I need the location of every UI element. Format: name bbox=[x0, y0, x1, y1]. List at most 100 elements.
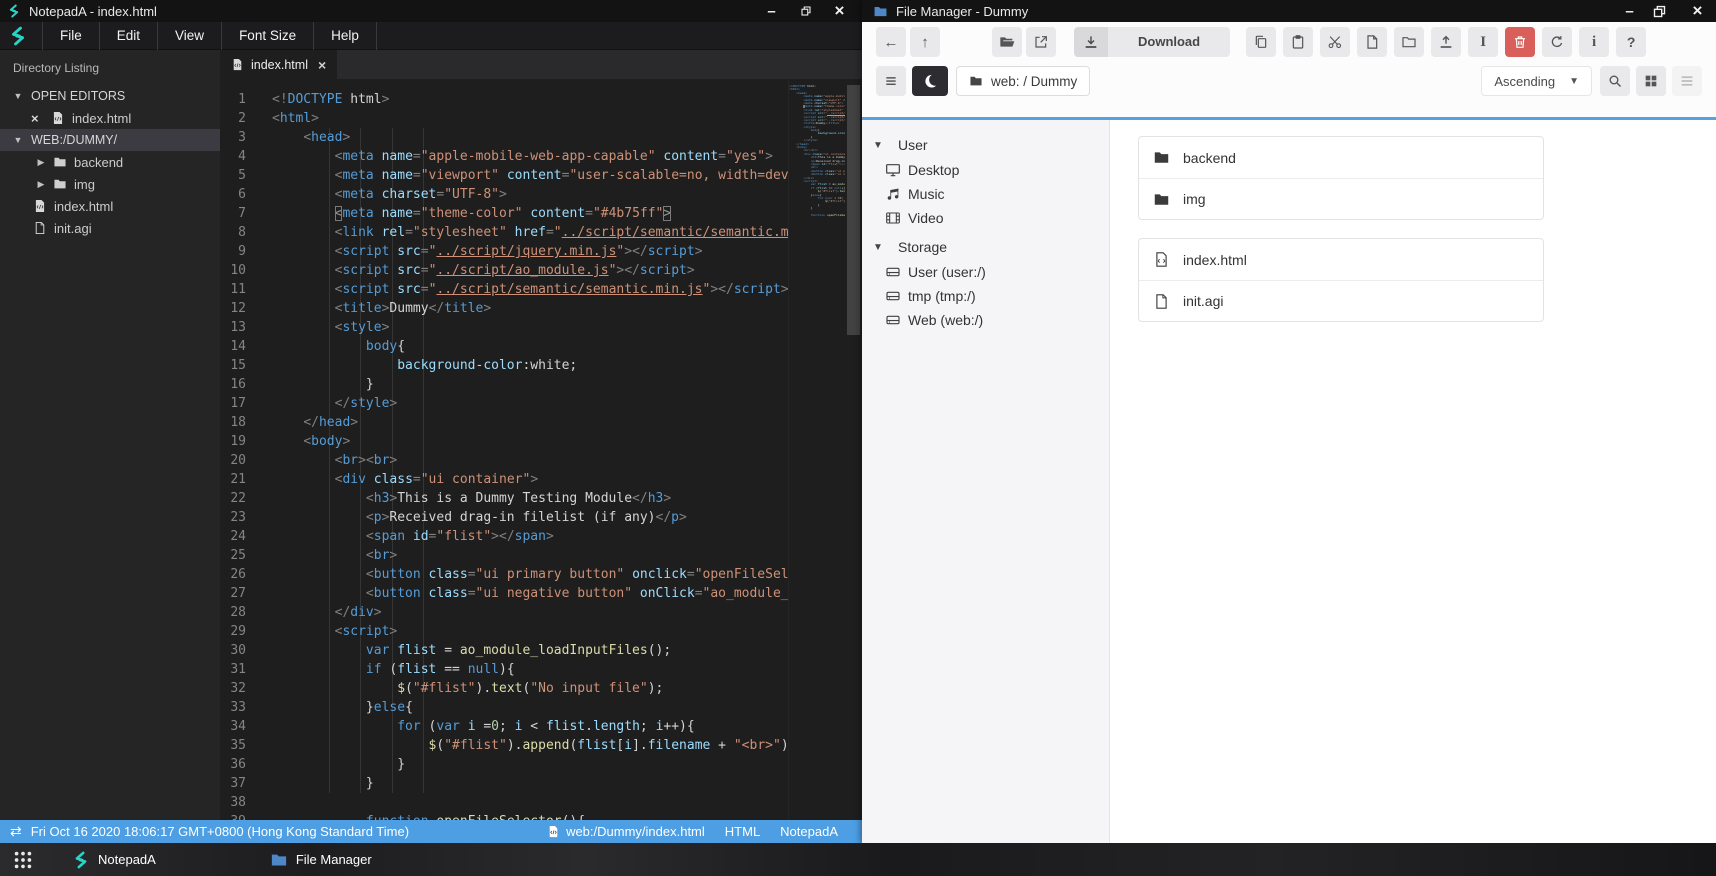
new-file-button[interactable] bbox=[1357, 27, 1388, 57]
code-line[interactable]: 6 <meta charset="UTF-8"> bbox=[220, 185, 788, 204]
statusbar-language[interactable]: HTML bbox=[725, 824, 760, 839]
statusbar-filepath[interactable]: web:/Dummy/index.html bbox=[547, 824, 705, 839]
delete-button[interactable] bbox=[1505, 27, 1536, 57]
code-line[interactable]: 1 <!DOCTYPE html> bbox=[220, 90, 788, 109]
file-row-img[interactable]: img bbox=[1139, 178, 1543, 219]
code-editor[interactable]: 1 <!DOCTYPE html> 2 <html> 3 <head> 4 <meta n… bbox=[220, 79, 862, 820]
dark-mode-toggle[interactable] bbox=[912, 66, 948, 96]
tree-folder-img[interactable]: ▶ img bbox=[0, 173, 220, 195]
menu-view[interactable]: View bbox=[158, 21, 223, 50]
back-button[interactable]: ← bbox=[876, 27, 906, 57]
sidebar-item-web-web[interactable]: Web (web:/) bbox=[862, 308, 1109, 332]
code-line[interactable]: 21 <div class="ui container"> bbox=[220, 470, 788, 489]
code-line[interactable]: 3 <head> bbox=[220, 128, 788, 147]
code-line[interactable]: 29 <script> bbox=[220, 622, 788, 641]
code-line[interactable]: 25 <br> bbox=[220, 546, 788, 565]
tab-close-icon[interactable]: × bbox=[318, 57, 326, 73]
up-button[interactable]: ↑ bbox=[910, 27, 940, 57]
code-line[interactable]: 37 } bbox=[220, 774, 788, 793]
minimize-button[interactable]: – bbox=[761, 2, 782, 20]
code-line[interactable]: 20 <br><br> bbox=[220, 451, 788, 470]
code-line[interactable]: 33 }else{ bbox=[220, 698, 788, 717]
breadcrumb[interactable]: web: / Dummy bbox=[956, 66, 1091, 96]
open-in-new-window-button[interactable] bbox=[1026, 27, 1056, 57]
menu-button[interactable] bbox=[876, 66, 906, 96]
help-button[interactable]: ? bbox=[1616, 27, 1647, 57]
code-line[interactable]: 16 } bbox=[220, 375, 788, 394]
code-line[interactable]: 30 var flist = ao_module_loadInputFiles(… bbox=[220, 641, 788, 660]
sidebar-section-header-storage[interactable]: ▼ Storage bbox=[862, 234, 1109, 260]
cut-button[interactable] bbox=[1320, 27, 1351, 57]
code-line[interactable]: 14 body{ bbox=[220, 337, 788, 356]
code-line[interactable]: 18 </head> bbox=[220, 413, 788, 432]
search-button[interactable] bbox=[1600, 66, 1630, 96]
code-line[interactable]: 12 <title>Dummy</title> bbox=[220, 299, 788, 318]
rename-button[interactable]: I bbox=[1468, 27, 1499, 57]
code-area[interactable]: 1 <!DOCTYPE html> 2 <html> 3 <head> 4 <meta n… bbox=[220, 79, 788, 820]
close-button[interactable]: × bbox=[829, 1, 850, 20]
code-line[interactable]: 10 <script src="../script/ao_module.js">… bbox=[220, 261, 788, 280]
open-editor-index.html[interactable]: × index.html bbox=[0, 107, 220, 129]
code-line[interactable]: 17 </style> bbox=[220, 394, 788, 413]
taskbar-app-file-manager[interactable]: File Manager bbox=[264, 843, 378, 876]
code-line[interactable]: 27 <button class="ui negative button" on… bbox=[220, 584, 788, 603]
code-line[interactable]: 4 <meta name="apple-mobile-web-app-capab… bbox=[220, 147, 788, 166]
code-line[interactable]: 38 bbox=[220, 793, 788, 812]
open-button[interactable] bbox=[992, 27, 1022, 57]
editor-scrollbar[interactable] bbox=[845, 79, 862, 820]
code-line[interactable]: 2 <html> bbox=[220, 109, 788, 128]
restore-button[interactable] bbox=[795, 2, 816, 20]
file-row-backend[interactable]: backend bbox=[1139, 137, 1543, 178]
tree-section-web-dummy-[interactable]: ▼ WEB:/DUMMY/ bbox=[0, 129, 220, 151]
sidebar-item-video[interactable]: Video bbox=[862, 206, 1109, 230]
code-line[interactable]: 28 </div> bbox=[220, 603, 788, 622]
file-row-index.html[interactable]: index.html bbox=[1139, 239, 1543, 280]
new-folder-button[interactable] bbox=[1394, 27, 1425, 57]
sidebar-item-desktop[interactable]: Desktop bbox=[862, 158, 1109, 182]
paste-button[interactable] bbox=[1283, 27, 1314, 57]
code-line[interactable]: 24 <span id="flist"></span> bbox=[220, 527, 788, 546]
sidebar-item-tmp-tmp[interactable]: tmp (tmp:/) bbox=[862, 284, 1109, 308]
view-grid-button[interactable] bbox=[1636, 66, 1666, 96]
minimize-button[interactable]: – bbox=[1619, 2, 1640, 20]
upload-button[interactable] bbox=[1431, 27, 1462, 57]
app-launcher-icon[interactable] bbox=[12, 849, 34, 871]
close-button[interactable]: × bbox=[1687, 1, 1708, 20]
code-line[interactable]: 32 $("#flist").text("No input file"); bbox=[220, 679, 788, 698]
tree-folder-backend[interactable]: ▶ backend bbox=[0, 151, 220, 173]
menu-edit[interactable]: Edit bbox=[100, 21, 159, 50]
code-line[interactable]: 36 } bbox=[220, 755, 788, 774]
menu-help[interactable]: Help bbox=[314, 21, 377, 50]
code-line[interactable]: 15 background-color:white; bbox=[220, 356, 788, 375]
code-line[interactable]: 19 <body> bbox=[220, 432, 788, 451]
sidebar-section-header-user[interactable]: ▼ User bbox=[862, 132, 1109, 158]
refresh-button[interactable] bbox=[1542, 27, 1573, 57]
sidebar-item-music[interactable]: Music bbox=[862, 182, 1109, 206]
minimap[interactable]: <!DOCTYPE html> <html> <head> <meta name=… bbox=[788, 79, 845, 820]
tree-section-open-editors[interactable]: ▼ OPEN EDITORS bbox=[0, 85, 220, 107]
code-line[interactable]: 8 <link rel="stylesheet" href="../script… bbox=[220, 223, 788, 242]
code-line[interactable]: 39 function openFileSelector(){ bbox=[220, 812, 788, 820]
code-line[interactable]: 35 $("#flist").append(flist[i].filename … bbox=[220, 736, 788, 755]
code-line[interactable]: 5 <meta name="viewport" content="user-sc… bbox=[220, 166, 788, 185]
code-line[interactable]: 7 <meta name="theme-color" content="#4b7… bbox=[220, 204, 788, 223]
taskbar-app-notepada[interactable]: NotepadA bbox=[66, 843, 162, 876]
code-line[interactable]: 13 <style> bbox=[220, 318, 788, 337]
file-row-init.agi[interactable]: init.agi bbox=[1139, 280, 1543, 321]
copy-button[interactable] bbox=[1246, 27, 1277, 57]
sidebar-item-user-user[interactable]: User (user:/) bbox=[862, 260, 1109, 284]
tab-index-html[interactable]: index.html × bbox=[220, 50, 338, 79]
code-line[interactable]: 11 <script src="../script/semantic/seman… bbox=[220, 280, 788, 299]
menu-font-size[interactable]: Font Size bbox=[222, 21, 315, 50]
sort-dropdown[interactable]: Ascending ▼ bbox=[1481, 66, 1592, 96]
code-line[interactable]: 31 if (flist == null){ bbox=[220, 660, 788, 679]
code-line[interactable]: 26 <button class="ui primary button" onc… bbox=[220, 565, 788, 584]
properties-button[interactable]: i bbox=[1579, 27, 1610, 57]
code-line[interactable]: 22 <h3>This is a Dummy Testing Module</h… bbox=[220, 489, 788, 508]
scrollbar-thumb[interactable] bbox=[847, 85, 860, 335]
download-button[interactable]: Download bbox=[1074, 27, 1231, 57]
view-list-button[interactable] bbox=[1672, 66, 1702, 96]
tree-file-init.agi[interactable]: init.agi bbox=[0, 217, 220, 239]
code-line[interactable]: 34 for (var i =0; i < flist.length; i++)… bbox=[220, 717, 788, 736]
close-editor-icon[interactable]: × bbox=[31, 111, 44, 126]
